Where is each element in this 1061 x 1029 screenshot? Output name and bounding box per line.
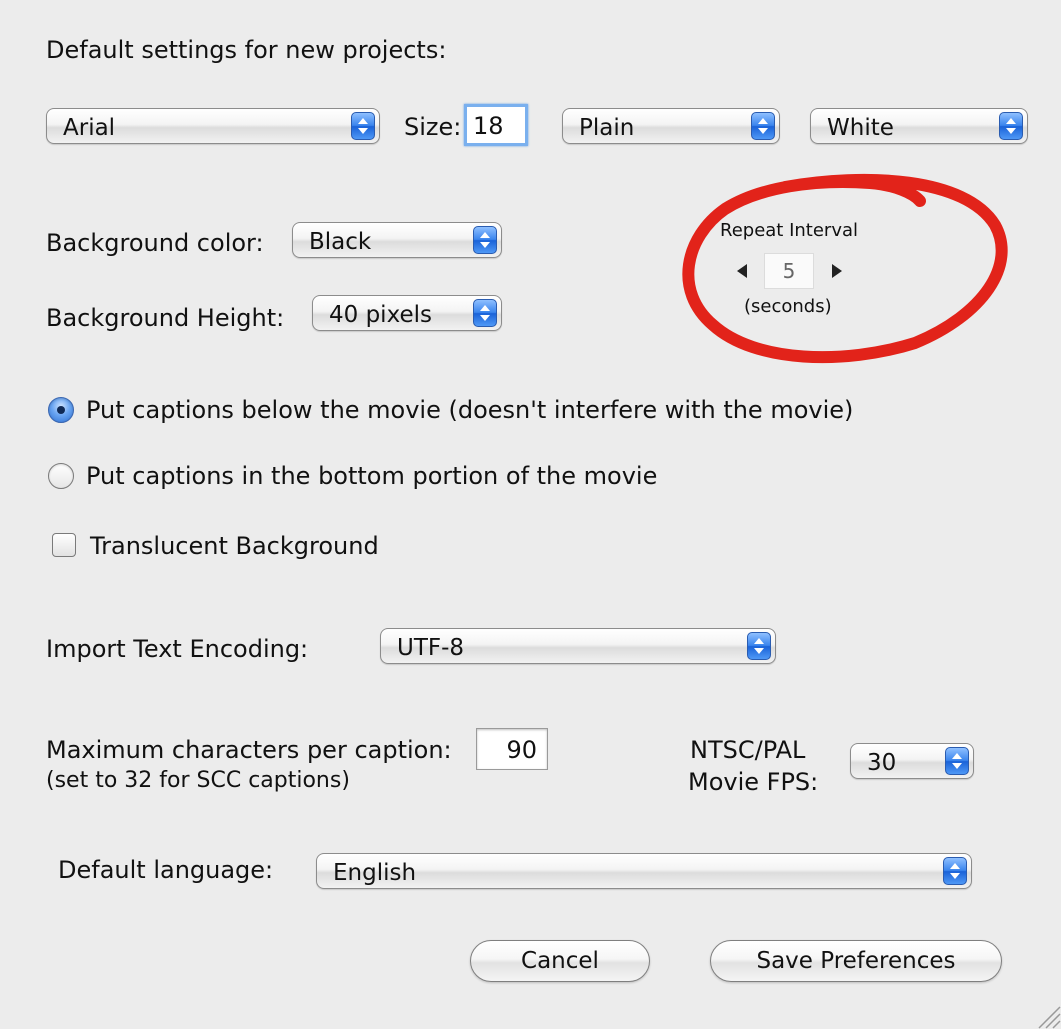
popup-arrows-icon — [473, 299, 497, 327]
section-heading: Default settings for new projects: — [46, 36, 447, 64]
popup-arrows-icon — [351, 112, 375, 140]
background-color-value: Black — [309, 229, 372, 255]
fps-label-line1: NTSC/PAL — [690, 736, 806, 764]
popup-arrows-icon — [747, 632, 771, 660]
resize-grip-icon[interactable] — [1035, 1003, 1061, 1029]
popup-arrows-icon — [473, 226, 497, 254]
import-encoding-select[interactable]: UTF-8 — [380, 628, 776, 664]
popup-arrows-icon — [943, 857, 967, 885]
font-size-input[interactable]: 18 — [464, 104, 528, 146]
fps-label-line2: Movie FPS: — [688, 768, 819, 796]
max-chars-label: Maximum characters per caption: — [46, 736, 452, 764]
size-label: Size: — [404, 113, 462, 141]
translucent-background-label[interactable]: Translucent Background — [90, 534, 379, 558]
default-language-label: Default language: — [58, 856, 274, 884]
fps-value: 30 — [867, 750, 897, 776]
background-height-value: 40 pixels — [329, 302, 432, 328]
max-chars-input[interactable]: 90 — [476, 728, 548, 770]
import-encoding-value: UTF-8 — [397, 635, 465, 661]
font-family-select[interactable]: Arial — [46, 108, 380, 144]
radio-captions-below[interactable] — [48, 397, 74, 423]
font-color-select[interactable]: White — [810, 108, 1028, 144]
fps-select[interactable]: 30 — [850, 743, 974, 779]
popup-arrows-icon — [945, 747, 969, 775]
font-style-value: Plain — [579, 115, 635, 141]
translucent-background-checkbox[interactable] — [52, 533, 76, 557]
radio-captions-below-label[interactable]: Put captions below the movie (doesn't in… — [86, 398, 853, 422]
max-chars-hint: (set to 32 for SCC captions) — [46, 768, 350, 793]
radio-captions-bottom-label[interactable]: Put captions in the bottom portion of th… — [86, 464, 657, 488]
font-family-value: Arial — [63, 115, 116, 141]
background-color-label: Background color: — [46, 229, 264, 257]
save-preferences-button[interactable]: Save Preferences — [710, 940, 1002, 982]
popup-arrows-icon — [751, 112, 775, 140]
annotation-circle — [682, 173, 1008, 364]
preferences-dialog: Default settings for new projects: Arial… — [0, 0, 1061, 1029]
import-encoding-label: Import Text Encoding: — [46, 635, 309, 663]
popup-arrows-icon — [999, 112, 1023, 140]
default-language-select[interactable]: English — [316, 853, 972, 889]
cancel-button[interactable]: Cancel — [470, 940, 650, 982]
default-language-value: English — [333, 860, 417, 886]
font-style-select[interactable]: Plain — [562, 108, 780, 144]
background-height-select[interactable]: 40 pixels — [312, 295, 502, 331]
background-height-label: Background Height: — [46, 304, 285, 332]
font-color-value: White — [827, 115, 894, 141]
radio-captions-bottom[interactable] — [48, 463, 74, 489]
background-color-select[interactable]: Black — [292, 222, 502, 258]
